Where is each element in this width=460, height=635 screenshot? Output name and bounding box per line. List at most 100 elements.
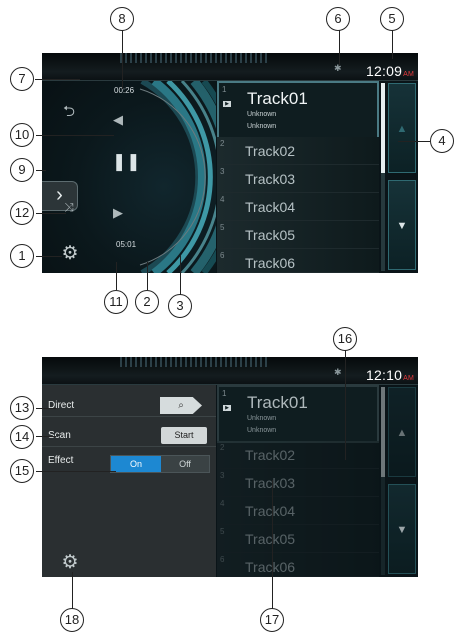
track-title: Track02 bbox=[245, 447, 296, 463]
leader-line bbox=[345, 350, 346, 460]
effect-off-option[interactable]: Off bbox=[161, 456, 209, 472]
track-album: Unknown bbox=[247, 427, 277, 434]
track-row-1[interactable]: 1 ▶ Track01 Unknown Unknown bbox=[217, 385, 379, 443]
gear-icon[interactable]: ⚙ bbox=[59, 243, 81, 265]
leader-line bbox=[398, 141, 430, 142]
scrollbar-thumb[interactable] bbox=[381, 387, 385, 477]
callout-10: 10 bbox=[10, 123, 34, 147]
track-artist: Unknown bbox=[247, 415, 277, 422]
page-down-button[interactable]: ▼ bbox=[388, 484, 416, 574]
status-bar: ✱ 12:10AM bbox=[42, 357, 418, 385]
callout-7: 7 bbox=[10, 67, 34, 91]
leader-line bbox=[272, 480, 273, 610]
now-playing-icon: ▶ bbox=[223, 101, 231, 107]
search-icon: ⌕ bbox=[178, 400, 184, 411]
track-number: 4 bbox=[220, 499, 225, 508]
scan-row: Scan Start bbox=[42, 425, 216, 447]
track-row-2[interactable]: 2 Track02 bbox=[217, 441, 379, 469]
shuffle-icon[interactable]: ⤨ bbox=[58, 196, 80, 218]
track-title: Track05 bbox=[245, 227, 296, 243]
track-title: Track06 bbox=[245, 255, 296, 271]
leader-line bbox=[339, 29, 340, 65]
track-title: Track05 bbox=[245, 531, 296, 547]
track-number: 6 bbox=[220, 251, 225, 260]
track-row-5[interactable]: 5 Track05 bbox=[217, 525, 379, 553]
pause-icon[interactable]: ❚❚ bbox=[112, 151, 141, 173]
music-settings-screen: ✱ 12:10AM Direct ⌕ Scan Start Effect On … bbox=[42, 357, 418, 577]
scan-start-button[interactable]: Start bbox=[161, 427, 207, 444]
clock-time: 12:10 bbox=[366, 367, 403, 383]
direct-search-button[interactable]: ⌕ bbox=[160, 397, 202, 414]
track-number: 5 bbox=[220, 223, 225, 232]
leader-line bbox=[72, 572, 73, 610]
track-row-6[interactable]: 6 Track06 bbox=[217, 553, 379, 577]
callout-6: 6 bbox=[326, 7, 350, 31]
bluetooth-icon: ✱ bbox=[334, 63, 342, 73]
track-number: 3 bbox=[220, 471, 225, 480]
track-number: 5 bbox=[220, 527, 225, 536]
track-title: Track03 bbox=[245, 171, 296, 187]
gear-icon[interactable]: ⚙ bbox=[59, 552, 81, 574]
clock-time: 12:09 bbox=[366, 63, 403, 79]
effect-label: Effect bbox=[48, 455, 74, 466]
down-triangle-icon: ▼ bbox=[396, 524, 408, 536]
track-title: Track04 bbox=[245, 503, 296, 519]
leader-line bbox=[392, 29, 393, 59]
settings-panel: Direct ⌕ Scan Start Effect On Off ⚙ bbox=[42, 385, 216, 577]
scrollbar-thumb[interactable] bbox=[381, 83, 385, 173]
track-title: Track02 bbox=[245, 143, 296, 159]
callout-12: 12 bbox=[10, 201, 34, 225]
leader-line bbox=[36, 170, 46, 171]
page-up-button[interactable]: ▲ bbox=[388, 83, 416, 173]
page-up-button[interactable]: ▲ bbox=[388, 387, 416, 477]
track-row-5[interactable]: 5 Track05 bbox=[217, 221, 379, 249]
callout-8: 8 bbox=[110, 7, 134, 31]
callout-16: 16 bbox=[333, 327, 357, 351]
clock-ampm: AM bbox=[403, 71, 414, 78]
callout-17: 17 bbox=[260, 608, 284, 632]
page-down-button[interactable]: ▼ bbox=[388, 180, 416, 270]
header-decoration bbox=[120, 357, 270, 367]
callout-13: 13 bbox=[10, 396, 34, 420]
down-triangle-icon: ▼ bbox=[396, 220, 408, 232]
track-row-4[interactable]: 4 Track04 bbox=[217, 497, 379, 525]
direct-row: Direct ⌕ bbox=[42, 395, 216, 417]
leader-line bbox=[36, 135, 114, 136]
up-triangle-icon: ▲ bbox=[396, 123, 408, 135]
leader-line bbox=[36, 256, 62, 257]
track-number: 4 bbox=[220, 195, 225, 204]
effect-toggle[interactable]: On Off bbox=[110, 455, 210, 473]
effect-on-option[interactable]: On bbox=[111, 456, 161, 472]
track-row-4[interactable]: 4 Track04 bbox=[217, 193, 379, 221]
leader-line bbox=[36, 436, 56, 437]
header-decoration bbox=[120, 53, 270, 63]
status-bar: ✱ 12:09AM bbox=[42, 53, 418, 81]
track-title: Track06 bbox=[245, 559, 296, 575]
track-number: 2 bbox=[220, 139, 225, 148]
leader-line bbox=[36, 471, 116, 472]
leader-line bbox=[36, 408, 56, 409]
track-row-2[interactable]: 2 Track02 bbox=[217, 137, 379, 165]
clock: 12:09AM bbox=[366, 63, 414, 79]
track-row-1[interactable]: 1 ▶ Track01 Unknown Unknown bbox=[217, 81, 379, 139]
bluetooth-icon: ✱ bbox=[334, 367, 342, 377]
track-row-6[interactable]: 6 Track06 bbox=[217, 249, 379, 273]
track-number: 3 bbox=[220, 167, 225, 176]
callout-15: 15 bbox=[10, 459, 34, 483]
previous-track-icon[interactable]: ◀ bbox=[108, 109, 128, 131]
track-title: Track03 bbox=[245, 475, 296, 491]
list-scrollbar[interactable] bbox=[381, 387, 385, 575]
repeat-icon[interactable]: ⮌ bbox=[58, 101, 80, 123]
track-row-3[interactable]: 3 Track03 bbox=[217, 165, 379, 193]
leader-line bbox=[116, 262, 117, 290]
track-title: Track01 bbox=[247, 89, 308, 108]
track-title: Track04 bbox=[245, 199, 296, 215]
callout-4: 4 bbox=[430, 129, 454, 153]
music-player-screen: ✱ 12:09AM ⮌ 00:26 ◀ ❚❚ › ⤨ ▶ 05:01 ⚙ 1 ▶… bbox=[42, 53, 418, 273]
track-album: Unknown bbox=[247, 123, 277, 130]
callout-9: 9 bbox=[10, 158, 34, 182]
list-scrollbar[interactable] bbox=[381, 83, 385, 271]
track-row-3[interactable]: 3 Track03 bbox=[217, 469, 379, 497]
callout-11: 11 bbox=[104, 290, 128, 314]
next-track-icon[interactable]: ▶ bbox=[108, 202, 128, 224]
